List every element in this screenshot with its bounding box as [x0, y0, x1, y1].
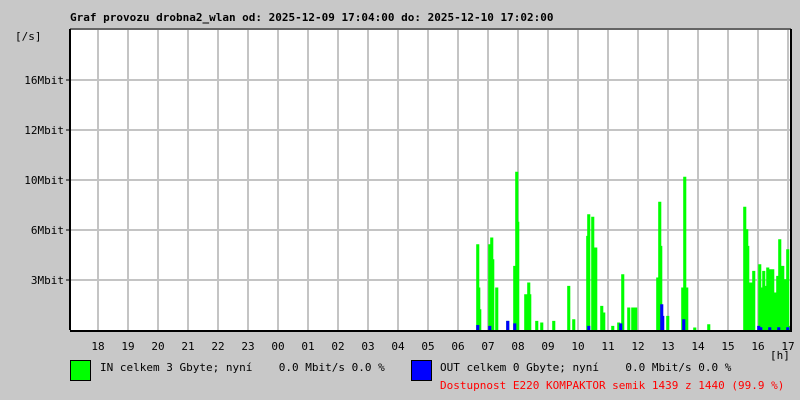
x-tick-label: 00 [271, 340, 284, 353]
x-tick-label: 02 [331, 340, 344, 353]
x-tick-label: 03 [361, 340, 374, 353]
legend-out-swatch [411, 360, 432, 381]
x-tick-label: 06 [451, 340, 464, 353]
x-tick-label: 17 [781, 340, 794, 353]
x-tick-label: 21 [181, 340, 194, 353]
x-tick-label: 23 [241, 340, 254, 353]
y-tick-label: 10Mbit [24, 174, 64, 187]
x-tick-label: 14 [691, 340, 705, 353]
x-tick-label: 01 [301, 340, 314, 353]
x-tick-label: 05 [421, 340, 434, 353]
y-tick-label: 12Mbit [24, 124, 64, 137]
x-tick-label: 12 [631, 340, 644, 353]
x-tick-label: 22 [211, 340, 224, 353]
x-tick-label: 19 [121, 340, 134, 353]
x-tick-label: 20 [151, 340, 164, 353]
availability-text: Dostupnost E220 KOMPAKTOR semik 1439 z 1… [440, 379, 785, 392]
x-tick-label: 15 [721, 340, 734, 353]
x-tick-label: 07 [481, 340, 494, 353]
x-tick-label: 04 [391, 340, 405, 353]
legend-in-swatch [70, 360, 91, 381]
x-tick-label: 11 [601, 340, 614, 353]
x-tick-label: 13 [661, 340, 674, 353]
y-tick-label: 16Mbit [24, 74, 64, 87]
legend-in-label: IN celkem 3 Gbyte; nyní 0.0 Mbit/s 0.0 % [100, 361, 385, 374]
x-tick-label: 08 [511, 340, 524, 353]
x-tick-label: 09 [541, 340, 554, 353]
y-tick-label: 3Mbit [31, 274, 64, 287]
x-tick-label: 16 [751, 340, 764, 353]
y-tick-label: 6Mbit [31, 224, 64, 237]
x-tick-label: 18 [91, 340, 104, 353]
traffic-chart: 3Mbit 6Mbit 10Mbit 12Mbit 16Mbit 18 19 20 21 22 23… [24, 28, 795, 353]
x-tick-label: 10 [571, 340, 584, 353]
legend-out-label: OUT celkem 0 Gbyte; nyní 0.0 Mbit/s 0.0 … [440, 361, 732, 374]
